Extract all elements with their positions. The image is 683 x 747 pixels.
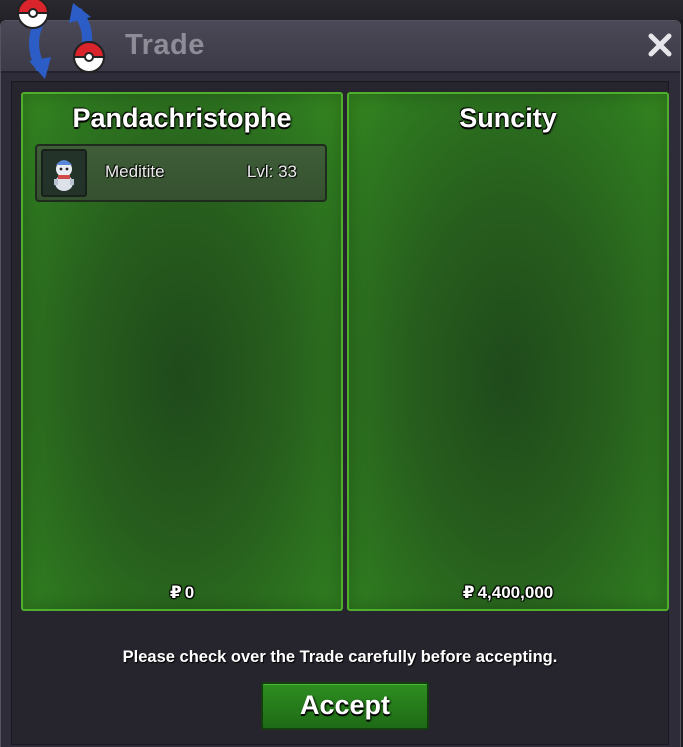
accept-button[interactable]: Accept [261,682,429,730]
close-button[interactable] [646,31,674,59]
trade-body: Pandachristophe Meditite Lvl: 33 ₽ 0 Sun… [11,81,669,745]
trade-item-slot[interactable]: Meditite Lvl: 33 [35,144,327,202]
window-title: Trade [125,29,205,61]
right-trade-panel: Suncity ₽4,400,000 [347,92,669,611]
left-money: ₽0 [23,583,341,603]
right-money: ₽4,400,000 [349,583,667,603]
close-icon [648,33,672,57]
left-money-value: 0 [184,583,195,602]
right-money-value: 4,400,000 [477,583,554,602]
item-level: Lvl: 33 [246,162,297,181]
screen: Trade Pandachristophe Meditite Lvl: 33 ₽… [0,0,683,747]
currency-icon: ₽ [169,583,182,602]
right-player-name: Suncity [459,103,557,133]
meditite-sprite-icon [41,149,87,197]
item-name: Meditite [105,162,165,181]
trade-notice: Please check over the Trade carefully be… [122,648,558,666]
currency-icon: ₽ [462,583,475,602]
left-player-name: Pandachristophe [72,103,292,133]
trade-window: Trade Pandachristophe Meditite Lvl: 33 ₽… [0,0,681,747]
trade-arrows-pokeball-icon [16,0,106,79]
left-trade-panel: Pandachristophe Meditite Lvl: 33 ₽ 0 [21,92,343,611]
